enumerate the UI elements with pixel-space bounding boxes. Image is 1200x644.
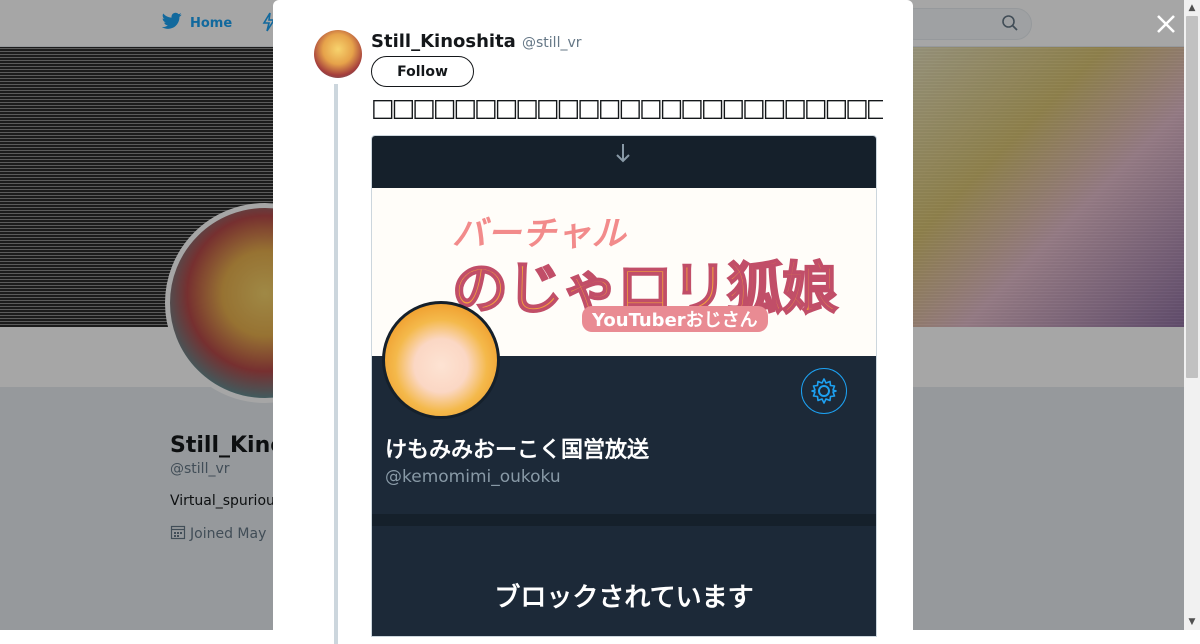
media-account-name: けもみみおーこく国営放送 <box>385 438 650 463</box>
media-top-bar <box>372 136 876 188</box>
scrollbar-thumb[interactable] <box>1186 16 1198 378</box>
media-separator <box>372 514 876 526</box>
follow-button[interactable]: Follow <box>371 56 474 87</box>
media-avatar <box>382 301 500 419</box>
thread-line <box>334 84 338 644</box>
tweet-text: □□□□□□□□□□□□□□□□□□□□□□□□□□□□□□□□□□□□□□□□… <box>371 93 883 122</box>
scroll-down-arrow[interactable]: ▼ <box>1184 614 1200 630</box>
arrow-down-icon <box>614 142 632 169</box>
media-blocked-title: ブロックされています <box>494 583 754 613</box>
author-name[interactable]: Still_Kinoshita <box>371 31 516 52</box>
tweet-modal: Still_Kinoshita @still_vr Follow □□□□□□□… <box>273 0 913 644</box>
tweet-media-image[interactable]: バーチャル のじゃロリ狐娘 YouTuberおじさん けもみみおーこく国営放送 … <box>371 135 877 637</box>
gear-icon <box>801 368 847 414</box>
author-avatar[interactable] <box>314 30 362 78</box>
scroll-up-arrow[interactable]: ▲ <box>1184 0 1200 16</box>
close-icon[interactable] <box>1152 10 1180 38</box>
banner-title-line3: YouTuberおじさん <box>582 306 768 332</box>
author-handle[interactable]: @still_vr <box>522 35 582 51</box>
page-scrollbar[interactable]: ▲ ▼ <box>1184 0 1200 630</box>
media-account-handle: @kemomimi_oukoku <box>385 467 561 487</box>
